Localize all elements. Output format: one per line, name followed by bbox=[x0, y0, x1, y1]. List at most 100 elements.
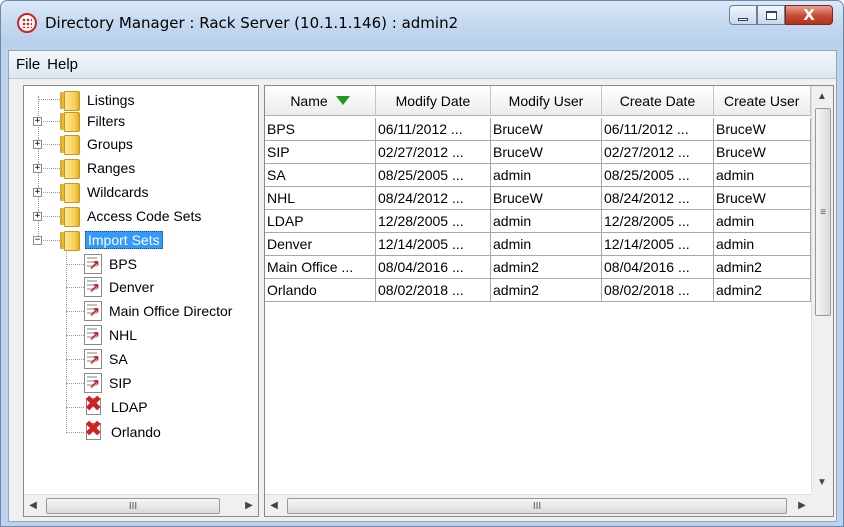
tree-scroll-thumb[interactable]: III bbox=[46, 498, 220, 514]
tree-item-nhl[interactable]: NHL bbox=[84, 323, 139, 347]
cell-modify-user: admin bbox=[491, 164, 602, 187]
column-label: Modify User bbox=[508, 92, 584, 109]
app-icon[interactable] bbox=[17, 13, 37, 33]
tree-pane: Listings + Filters + Groups + Ranges + W… bbox=[23, 85, 259, 517]
cell-modify-date: 08/02/2018 ... bbox=[376, 279, 491, 302]
cell-modify-date: 08/25/2005 ... bbox=[376, 164, 491, 187]
table-vscroll-thumb[interactable]: ≡ bbox=[815, 108, 831, 316]
tree-item-sa[interactable]: SA bbox=[84, 347, 130, 371]
caption-buttons: X bbox=[729, 5, 833, 25]
tree-connector bbox=[66, 432, 84, 433]
tree-item-label: NHL bbox=[109, 327, 138, 343]
cell-modify-user: admin bbox=[491, 210, 602, 233]
cell-name: Orlando bbox=[265, 279, 376, 302]
cell-modify-user: admin bbox=[491, 233, 602, 256]
column-header-create-user[interactable]: Create User bbox=[714, 86, 811, 116]
column-header-modify-date[interactable]: Modify Date bbox=[376, 86, 491, 116]
column-header-modify-user[interactable]: Modify User bbox=[491, 86, 602, 116]
cell-modify-user: admin2 bbox=[491, 256, 602, 279]
cell-create-user: admin2 bbox=[714, 279, 811, 302]
tree-item-orlando[interactable]: ✖ Orlando bbox=[84, 419, 163, 444]
tree-item-bps[interactable]: BPS bbox=[84, 252, 139, 276]
collapse-icon[interactable]: − bbox=[33, 236, 42, 245]
tree-view[interactable]: Listings + Filters + Groups + Ranges + W… bbox=[24, 86, 258, 486]
folder-icon bbox=[60, 91, 80, 111]
cell-modify-date: 06/11/2012 ... bbox=[376, 118, 491, 141]
menu-file[interactable]: File bbox=[13, 54, 43, 75]
tree-item-label: Access Code Sets bbox=[87, 208, 202, 224]
scroll-right-icon[interactable]: ▶ bbox=[793, 496, 811, 516]
tree-item-import-sets[interactable]: Import Sets bbox=[60, 228, 163, 252]
import-error-icon: ✖ bbox=[84, 392, 103, 417]
close-button[interactable]: X bbox=[785, 5, 833, 25]
cell-create-date: 12/28/2005 ... bbox=[602, 210, 714, 233]
scroll-down-icon[interactable]: ▼ bbox=[812, 472, 832, 492]
cell-create-date: 06/11/2012 ... bbox=[602, 118, 714, 141]
tree-connector bbox=[43, 144, 60, 145]
tree-connector bbox=[66, 287, 84, 288]
tree-connector bbox=[66, 407, 84, 408]
table-row[interactable]: BPS 06/11/2012 ... BruceW 06/11/2012 ...… bbox=[265, 118, 811, 141]
tree-item-ranges[interactable]: Ranges bbox=[60, 156, 137, 180]
table-row[interactable]: SIP 02/27/2012 ... BruceW 02/27/2012 ...… bbox=[265, 141, 811, 164]
tree-connector bbox=[38, 99, 60, 100]
tree-connector bbox=[43, 121, 60, 122]
title-bar[interactable]: Directory Manager : Rack Server (10.1.1.… bbox=[1, 1, 843, 47]
tree-connector bbox=[43, 168, 60, 169]
expand-icon[interactable]: + bbox=[33, 117, 42, 126]
scroll-right-icon[interactable]: ▶ bbox=[240, 496, 258, 516]
table-row[interactable]: SA 08/25/2005 ... admin 08/25/2005 ... a… bbox=[265, 164, 811, 187]
tree-item-filters[interactable]: Filters bbox=[60, 109, 127, 133]
cell-name: BPS bbox=[265, 118, 376, 141]
cell-create-user: admin bbox=[714, 164, 811, 187]
tree-item-ldap[interactable]: ✖ LDAP bbox=[84, 392, 150, 419]
cell-modify-user: BruceW bbox=[491, 141, 602, 164]
column-label: Name bbox=[290, 92, 328, 109]
menu-help[interactable]: Help bbox=[44, 54, 81, 75]
table-row[interactable]: Orlando 08/02/2018 ... admin2 08/02/2018… bbox=[265, 279, 811, 302]
column-header-create-date[interactable]: Create Date bbox=[602, 86, 714, 116]
scroll-left-icon[interactable]: ◀ bbox=[24, 496, 42, 516]
tree-item-label: LDAP bbox=[111, 399, 148, 415]
tree-item-label: Main Office Director bbox=[109, 303, 233, 319]
expand-icon[interactable]: + bbox=[33, 188, 42, 197]
table-row[interactable]: Denver 12/14/2005 ... admin 12/14/2005 .… bbox=[265, 233, 811, 256]
table-hscroll-thumb[interactable]: III bbox=[287, 498, 787, 514]
tree-item-label: BPS bbox=[109, 256, 138, 272]
table-row[interactable]: NHL 08/24/2012 ... BruceW 08/24/2012 ...… bbox=[265, 187, 811, 210]
cell-name: Denver bbox=[265, 233, 376, 256]
cell-modify-date: 02/27/2012 ... bbox=[376, 141, 491, 164]
tree-item-label: Ranges bbox=[87, 160, 136, 176]
tree-item-groups[interactable]: Groups bbox=[60, 132, 135, 156]
tree-item-denver[interactable]: Denver bbox=[84, 275, 156, 299]
cell-create-date: 08/24/2012 ... bbox=[602, 187, 714, 210]
expand-icon[interactable]: + bbox=[33, 212, 42, 221]
minimize-icon bbox=[738, 17, 748, 21]
maximize-button[interactable] bbox=[757, 5, 785, 25]
table-vertical-scrollbar[interactable]: ▲ ≡ ▼ bbox=[811, 86, 833, 492]
table-horizontal-scrollbar[interactable]: ◀ III ▶ bbox=[265, 494, 811, 516]
table-pane: Name Modify Date Modify User Create Date… bbox=[264, 85, 834, 517]
minimize-button[interactable] bbox=[729, 5, 757, 25]
cell-name: SA bbox=[265, 164, 376, 187]
expand-icon[interactable]: + bbox=[33, 140, 42, 149]
import-file-icon bbox=[84, 373, 102, 393]
table-row[interactable]: Main Office ... 08/04/2016 ... admin2 08… bbox=[265, 256, 811, 279]
expand-icon[interactable]: + bbox=[33, 164, 42, 173]
table-row[interactable]: LDAP 12/28/2005 ... admin 12/28/2005 ...… bbox=[265, 210, 811, 233]
scroll-up-icon[interactable]: ▲ bbox=[812, 86, 832, 106]
import-file-icon bbox=[84, 254, 102, 274]
scroll-left-icon[interactable]: ◀ bbox=[265, 496, 283, 516]
cell-create-date: 08/02/2018 ... bbox=[602, 279, 714, 302]
cell-create-date: 12/14/2005 ... bbox=[602, 233, 714, 256]
tree-item-access-code-sets[interactable]: Access Code Sets bbox=[60, 204, 203, 228]
tree-item-main-office[interactable]: Main Office Director bbox=[84, 299, 234, 323]
sort-descending-icon bbox=[335, 96, 350, 105]
tree-item-label: Orlando bbox=[111, 424, 161, 440]
folder-icon bbox=[60, 135, 80, 155]
tree-item-wildcards[interactable]: Wildcards bbox=[60, 180, 150, 204]
column-header-name[interactable]: Name bbox=[265, 86, 376, 116]
cell-create-user: admin bbox=[714, 210, 811, 233]
folder-icon bbox=[60, 159, 80, 179]
tree-horizontal-scrollbar[interactable]: ◀ III ▶ bbox=[24, 494, 258, 516]
